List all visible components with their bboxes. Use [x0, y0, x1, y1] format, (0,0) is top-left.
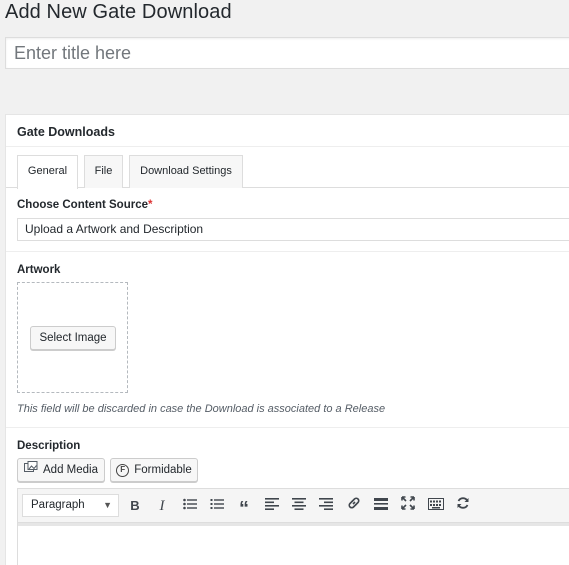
- divider: [6, 427, 569, 428]
- content-source-label-text: Choose Content Source: [17, 199, 148, 211]
- divider: [6, 251, 569, 252]
- page-title: Add New Gate Download: [5, 1, 232, 23]
- italic-icon[interactable]: I: [152, 496, 172, 516]
- artwork-label: Artwork: [17, 264, 61, 276]
- toolbar-toggle-icon[interactable]: [426, 496, 446, 516]
- align-center-icon[interactable]: [289, 496, 309, 516]
- editor-toolbar: Paragraph ▼ B I “: [17, 488, 569, 523]
- align-left-icon[interactable]: [262, 496, 282, 516]
- bold-icon[interactable]: B: [125, 496, 145, 516]
- fullscreen-icon[interactable]: [398, 496, 418, 516]
- editor-top-edge: [18, 523, 569, 526]
- refresh-icon[interactable]: [453, 496, 473, 516]
- artwork-dropzone[interactable]: Select Image: [17, 282, 128, 393]
- chevron-down-icon: ▼: [103, 500, 112, 510]
- numbered-list-icon[interactable]: [207, 496, 227, 516]
- content-source-select[interactable]: Upload a Artwork and Description: [17, 218, 569, 241]
- format-select-value: Paragraph: [31, 499, 85, 511]
- format-select[interactable]: Paragraph ▼: [22, 494, 119, 517]
- title-input[interactable]: [5, 37, 569, 69]
- link-icon[interactable]: [344, 496, 364, 516]
- gate-downloads-metabox: Gate Downloads General File Download Set…: [5, 114, 569, 565]
- add-media-button[interactable]: Add Media: [17, 458, 105, 482]
- add-media-label: Add Media: [43, 464, 98, 476]
- formidable-label: Formidable: [134, 464, 192, 476]
- tab-bar: General File Download Settings: [6, 155, 569, 189]
- blockquote-icon[interactable]: “: [234, 496, 254, 520]
- tab-general[interactable]: General: [17, 155, 78, 189]
- media-icon: [24, 459, 38, 481]
- tab-file[interactable]: File: [84, 155, 123, 188]
- formidable-button[interactable]: F Formidable: [110, 458, 198, 482]
- artwork-hint: This field will be discarded in case the…: [17, 403, 386, 415]
- select-image-button[interactable]: Select Image: [30, 326, 116, 350]
- align-right-icon[interactable]: [316, 496, 336, 516]
- metabox-title: Gate Downloads: [6, 115, 569, 147]
- description-editor[interactable]: [17, 523, 569, 565]
- formidable-icon: F: [116, 463, 130, 477]
- required-mark: *: [147, 199, 153, 211]
- content-source-label: Choose Content Source*: [17, 199, 152, 211]
- read-more-icon[interactable]: [371, 496, 391, 516]
- bullet-list-icon[interactable]: [180, 496, 200, 516]
- tab-download-settings[interactable]: Download Settings: [129, 155, 243, 188]
- description-label: Description: [17, 440, 81, 452]
